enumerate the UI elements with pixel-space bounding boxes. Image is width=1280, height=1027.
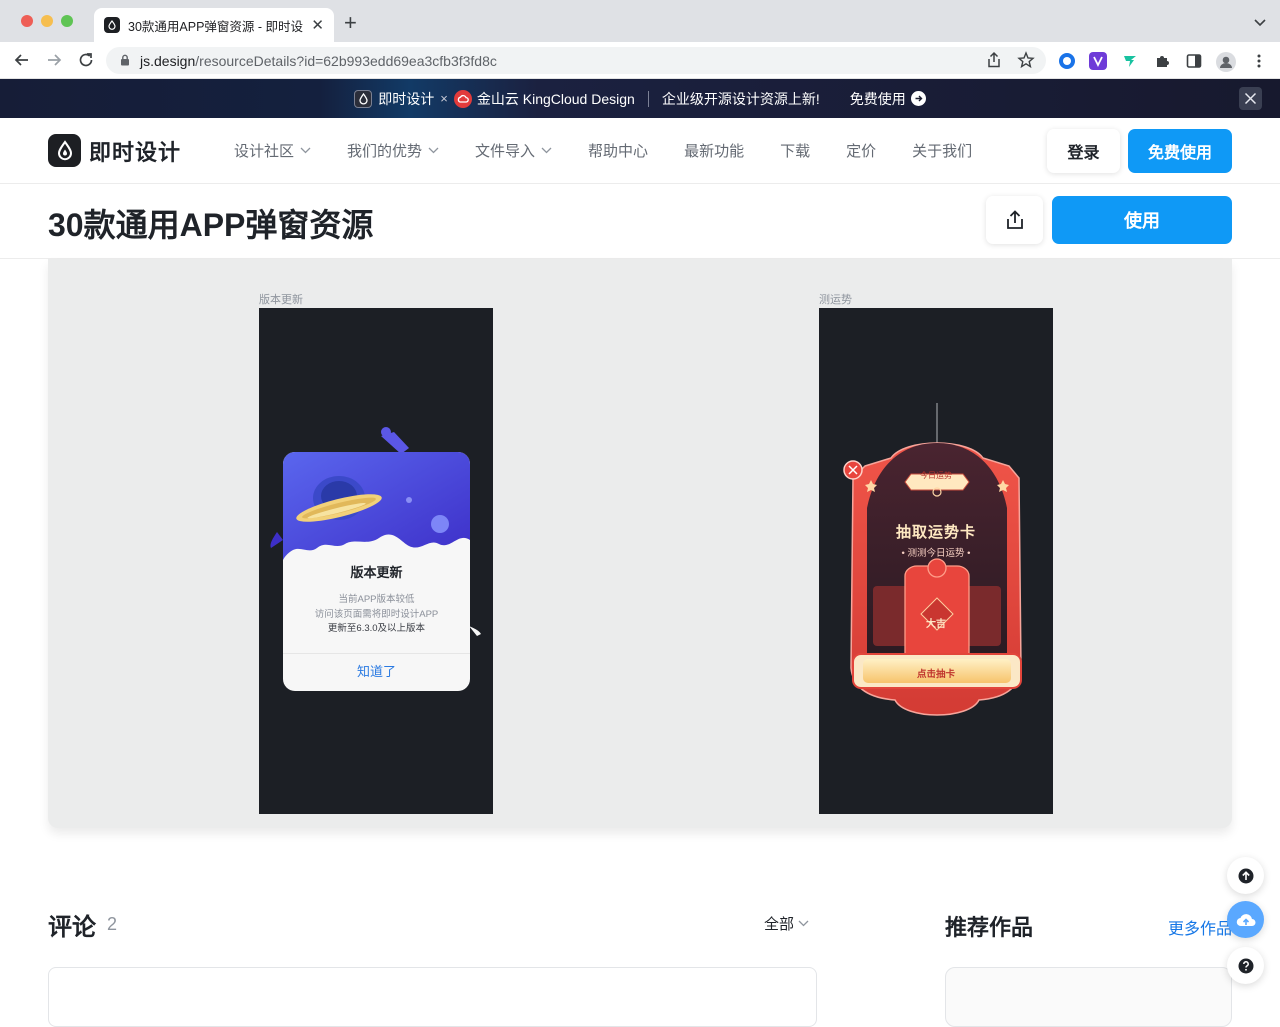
fortune-subtitle: • 测测今日运势 • <box>901 548 971 559</box>
nav-item-import[interactable]: 文件导入 <box>475 140 552 161</box>
main-nav: 设计社区 我们的优势 文件导入 帮助中心 最新功能 下载 定价 关于我们 <box>234 140 1008 161</box>
bookmark-star-icon[interactable] <box>1017 51 1035 74</box>
browser-tab-bar: 30款通用APP弹窗资源 - 即时设计 ✕ + <box>0 0 1280 42</box>
share-button[interactable] <box>986 196 1043 244</box>
jsdesign-logo-icon <box>354 89 373 108</box>
promo-message: 企业级开源设计资源上新! <box>661 90 820 107</box>
comments-title: 评论 <box>48 914 96 941</box>
close-window-button[interactable] <box>21 15 33 27</box>
fortune-card-label: 大吉 <box>926 619 946 630</box>
scroll-top-button[interactable] <box>1227 857 1264 894</box>
side-panel-icon[interactable] <box>1185 52 1203 70</box>
nav-item-help[interactable]: 帮助中心 <box>588 140 648 161</box>
extension-globe-icon[interactable] <box>1058 52 1076 70</box>
chevron-down-icon <box>300 147 311 154</box>
arrow-up-icon <box>1238 868 1253 883</box>
nav-label: 帮助中心 <box>588 143 649 160</box>
nav-item-advantages[interactable]: 我们的优势 <box>347 140 439 161</box>
filter-label: 全部 <box>764 916 795 933</box>
comment-input-box[interactable] <box>48 967 817 1027</box>
back-arrow-icon[interactable] <box>13 51 31 74</box>
new-tab-button[interactable]: + <box>344 10 357 36</box>
promo-brand1: 即时设计 <box>378 90 435 107</box>
nav-item-community[interactable]: 设计社区 <box>234 140 311 161</box>
comments-filter-dropdown[interactable]: 全部 <box>764 913 809 934</box>
nav-item-download[interactable]: 下载 <box>780 140 810 161</box>
use-button[interactable]: 使用 <box>1052 196 1232 244</box>
comments-count: 2 <box>107 914 118 934</box>
tab-title: 30款通用APP弹窗资源 - 即时设计 <box>128 19 303 34</box>
kingcloud-logo-icon <box>453 89 472 108</box>
upload-button[interactable] <box>1227 901 1264 938</box>
extension-bird-icon[interactable] <box>1121 52 1139 70</box>
site-header: 即时设计 设计社区 我们的优势 文件导入 帮助中心 最新功能 下载 定价 关于我… <box>0 118 1280 184</box>
nav-label: 关于我们 <box>912 143 973 160</box>
frame-label-fortune: 测运势 <box>819 294 852 306</box>
tab-search-icon[interactable] <box>1254 14 1266 32</box>
help-button[interactable] <box>1227 947 1264 984</box>
extensions-puzzle-icon[interactable] <box>1153 52 1171 70</box>
minimize-window-button[interactable] <box>41 15 53 27</box>
address-bar: js.design/resourceDetails?id=62b993edd69… <box>0 42 1280 79</box>
promo-cta-label: 免费使用 <box>849 90 906 107</box>
page-title: 30款通用APP弹窗资源 <box>48 207 374 243</box>
forward-arrow-icon[interactable] <box>45 51 63 74</box>
profile-avatar-icon[interactable] <box>1216 52 1236 72</box>
wave-tail-icon <box>270 532 481 636</box>
cloud-upload-icon <box>1236 913 1255 926</box>
url-host: js.design <box>140 52 196 69</box>
frame-label-update: 版本更新 <box>259 294 303 306</box>
nav-label: 我们的优势 <box>347 143 423 160</box>
promo-banner[interactable]: 即时设计 × 金山云 KingCloud Design 企业级开源设计资源上新!… <box>0 79 1280 118</box>
login-button[interactable]: 登录 <box>1047 129 1120 173</box>
nav-label: 定价 <box>846 143 877 160</box>
promo-times: × <box>440 91 448 106</box>
draw-card-button[interactable]: 点击抽卡 <box>819 666 1053 680</box>
update-frame[interactable]: 版本更新 当前APP版本较低 访问该页面需将即时设计APP 更新至6.3.0及以… <box>259 308 493 814</box>
nav-label: 设计社区 <box>234 143 295 160</box>
reload-icon[interactable] <box>77 51 95 74</box>
nav-item-pricing[interactable]: 定价 <box>846 140 876 161</box>
share-icon <box>1006 210 1023 229</box>
free-use-button[interactable]: 免费使用 <box>1128 129 1232 173</box>
tab-close-icon[interactable]: ✕ <box>311 16 324 34</box>
fortune-frame[interactable]: 今日运势 抽取运势卡 • 测测今日运势 • 大吉 点击抽卡 <box>819 308 1053 814</box>
promo-brand2: 金山云 KingCloud Design <box>476 90 635 107</box>
share-page-icon[interactable] <box>986 51 1002 74</box>
extension-v-icon[interactable] <box>1089 52 1107 70</box>
chevron-down-icon <box>798 920 809 927</box>
chevron-down-icon <box>541 147 552 154</box>
lock-icon <box>120 53 130 69</box>
fortune-badge: 今日运势 <box>920 471 952 480</box>
browser-menu-icon[interactable] <box>1250 52 1268 70</box>
canvas-preview[interactable]: 版本更新 测运势 版本更新 当前APP版本较低 访问该页面需将即时设计APP 更… <box>48 259 1232 828</box>
question-icon <box>1238 958 1253 973</box>
nav-label: 最新功能 <box>684 143 745 160</box>
url-path: /resourceDetails?id=62b993edd69ea3cfb3f3… <box>195 52 497 69</box>
fortune-card-illustration-icon <box>843 403 1022 716</box>
url-input[interactable]: js.design/resourceDetails?id=62b993edd69… <box>106 47 1046 74</box>
more-works-link[interactable]: 更多作品 <box>1168 915 1232 939</box>
chevron-down-icon <box>428 147 439 154</box>
nav-item-about[interactable]: 关于我们 <box>912 140 972 161</box>
banner-close-icon[interactable] <box>1239 87 1262 110</box>
nav-item-features[interactable]: 最新功能 <box>684 140 744 161</box>
brand-link[interactable]: 即时设计 <box>48 134 181 167</box>
recommend-title: 推荐作品 <box>945 915 1034 940</box>
recommend-card[interactable] <box>945 967 1232 1027</box>
browser-tab[interactable]: 30款通用APP弹窗资源 - 即时设计 ✕ <box>94 8 334 42</box>
promo-cta-link[interactable]: 免费使用 <box>850 89 926 109</box>
nav-label: 文件导入 <box>475 143 536 160</box>
site-favicon-icon <box>104 17 120 33</box>
nav-label: 下载 <box>780 143 811 160</box>
promo-divider <box>647 90 649 107</box>
maximize-window-button[interactable] <box>61 15 73 27</box>
arrow-right-icon <box>910 91 926 106</box>
brand-logo-icon <box>48 134 81 167</box>
fortune-title: 抽取运势卡 <box>895 524 976 541</box>
brand-name: 即时设计 <box>89 139 182 165</box>
